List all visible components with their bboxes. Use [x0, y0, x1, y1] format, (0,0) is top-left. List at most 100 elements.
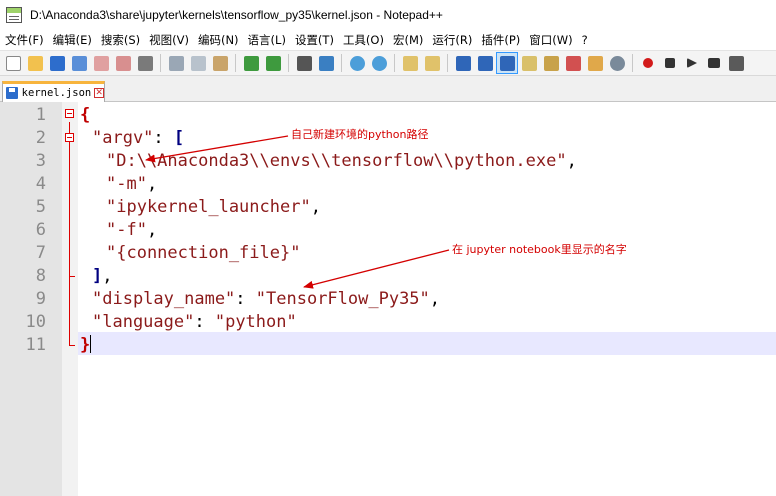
menu-file[interactable]: 文件(F)	[0, 30, 48, 50]
close-tab-icon[interactable]: ✕	[94, 88, 104, 98]
show-all-chars-button[interactable]	[474, 52, 496, 74]
comma: ,	[102, 266, 113, 286]
close-brace: }	[80, 335, 91, 355]
line-number: 7	[35, 243, 46, 263]
toolbar-separator	[341, 54, 342, 72]
scissors-icon	[168, 55, 184, 71]
code-line: "-m",	[106, 173, 157, 196]
comma: ,	[310, 197, 321, 217]
text-caret	[90, 335, 91, 353]
sync-vertical-button[interactable]	[399, 52, 421, 74]
editor-area[interactable]: 1 2 3 4 5 6 7 8 9 10 11 { "argv": [ "D:\…	[0, 102, 776, 496]
menu-tools[interactable]: 工具(O)	[338, 30, 388, 50]
copy-icon	[190, 55, 206, 71]
indent-guide-icon	[499, 55, 515, 71]
zoom-out-button[interactable]	[368, 52, 390, 74]
monitoring-button[interactable]	[606, 52, 628, 74]
menu-language[interactable]: 语言(L)	[243, 30, 290, 50]
copy-button[interactable]	[187, 52, 209, 74]
annotation-display-name: 在 jupyter notebook里显示的名字	[452, 243, 627, 256]
menu-run[interactable]: 运行(R)	[427, 30, 476, 50]
json-string: "-f"	[106, 220, 147, 240]
toolbar-separator	[235, 54, 236, 72]
menu-encoding[interactable]: 编码(N)	[193, 30, 243, 50]
comma: ,	[146, 220, 158, 240]
annotation-python-path: 自己新建环境的python路径	[291, 128, 429, 141]
save-macro-button[interactable]	[725, 52, 747, 74]
undo-button[interactable]	[240, 52, 262, 74]
menu-plugins[interactable]: 插件(P)	[476, 30, 524, 50]
eye-icon	[609, 55, 625, 71]
close-all-button[interactable]	[112, 52, 134, 74]
fold-guide-end	[69, 276, 75, 277]
menu-edit[interactable]: 编辑(E)	[48, 30, 96, 50]
line-number: 10	[25, 312, 46, 332]
print-button[interactable]	[134, 52, 156, 74]
run-macro-multiple-button[interactable]	[703, 52, 725, 74]
fold-toggle-icon[interactable]	[65, 133, 74, 142]
new-file-button[interactable]	[2, 52, 24, 74]
open-bracket: [	[173, 128, 185, 148]
zoom-in-button[interactable]	[346, 52, 368, 74]
code-line: "display_name": "TensorFlow_Py35",	[92, 288, 440, 311]
open-folder-icon	[27, 55, 43, 71]
sync-horizontal-button[interactable]	[421, 52, 443, 74]
save-button[interactable]	[46, 52, 68, 74]
code-line: "ipykernel_launcher",	[106, 196, 321, 219]
menu-bar: 文件(F) 编辑(E) 搜索(S) 视图(V) 编码(N) 语言(L) 设置(T…	[0, 30, 776, 50]
document-map-icon	[543, 55, 559, 71]
save-all-button[interactable]	[68, 52, 90, 74]
redo-button[interactable]	[262, 52, 284, 74]
line-number: 5	[35, 197, 46, 217]
json-string: "ipykernel_launcher"	[106, 197, 311, 217]
window-title: D:\Anaconda3\share\jupyter\kernels\tenso…	[30, 8, 443, 22]
menu-window[interactable]: 窗口(W)	[524, 30, 576, 50]
zoom-out-icon	[371, 55, 387, 71]
find-button[interactable]	[293, 52, 315, 74]
code-line: "language": "python"	[92, 311, 297, 334]
saved-state-icon	[6, 87, 18, 99]
folder-workspace-button[interactable]	[584, 52, 606, 74]
line-number: 8	[35, 266, 46, 286]
comma: ,	[429, 289, 441, 309]
menu-search[interactable]: 搜索(S)	[96, 30, 144, 50]
function-list-button[interactable]	[562, 52, 584, 74]
json-string: "TensorFlow_Py35"	[255, 289, 430, 309]
paste-button[interactable]	[209, 52, 231, 74]
fold-toggle-icon[interactable]	[65, 109, 74, 118]
notepadpp-icon	[6, 7, 22, 23]
json-key: "argv"	[92, 128, 154, 148]
open-file-button[interactable]	[24, 52, 46, 74]
replace-button[interactable]	[315, 52, 337, 74]
stop-macro-button[interactable]	[659, 52, 681, 74]
play-macro-button[interactable]	[681, 52, 703, 74]
menu-macro[interactable]: 宏(M)	[388, 30, 427, 50]
fast-forward-icon	[708, 58, 720, 68]
toolbar-separator	[447, 54, 448, 72]
indent-guide-button[interactable]	[496, 52, 518, 74]
folder-icon	[587, 55, 603, 71]
doc-map-button[interactable]	[540, 52, 562, 74]
function-list-icon	[565, 55, 581, 71]
menu-settings[interactable]: 设置(T)	[290, 30, 338, 50]
replace-icon	[318, 55, 334, 71]
code-line: "{connection_file}"	[106, 242, 300, 265]
colon: :	[194, 312, 215, 332]
user-language-button[interactable]	[518, 52, 540, 74]
fold-margin[interactable]	[62, 102, 78, 496]
json-string: "-m"	[106, 174, 147, 194]
json-string: "{connection_file}"	[106, 243, 301, 263]
menu-view[interactable]: 视图(V)	[144, 30, 193, 50]
user-language-icon	[521, 55, 537, 71]
cut-button[interactable]	[165, 52, 187, 74]
zoom-in-icon	[349, 55, 365, 71]
redo-icon	[265, 55, 281, 71]
play-icon	[687, 58, 697, 68]
word-wrap-button[interactable]	[452, 52, 474, 74]
json-string: "python"	[214, 312, 297, 332]
tab-kernel-json[interactable]: kernel.json ✕	[2, 81, 105, 102]
close-all-icon	[115, 55, 131, 71]
close-file-button[interactable]	[90, 52, 112, 74]
record-macro-button[interactable]	[637, 52, 659, 74]
menu-help[interactable]: ?	[577, 30, 592, 50]
